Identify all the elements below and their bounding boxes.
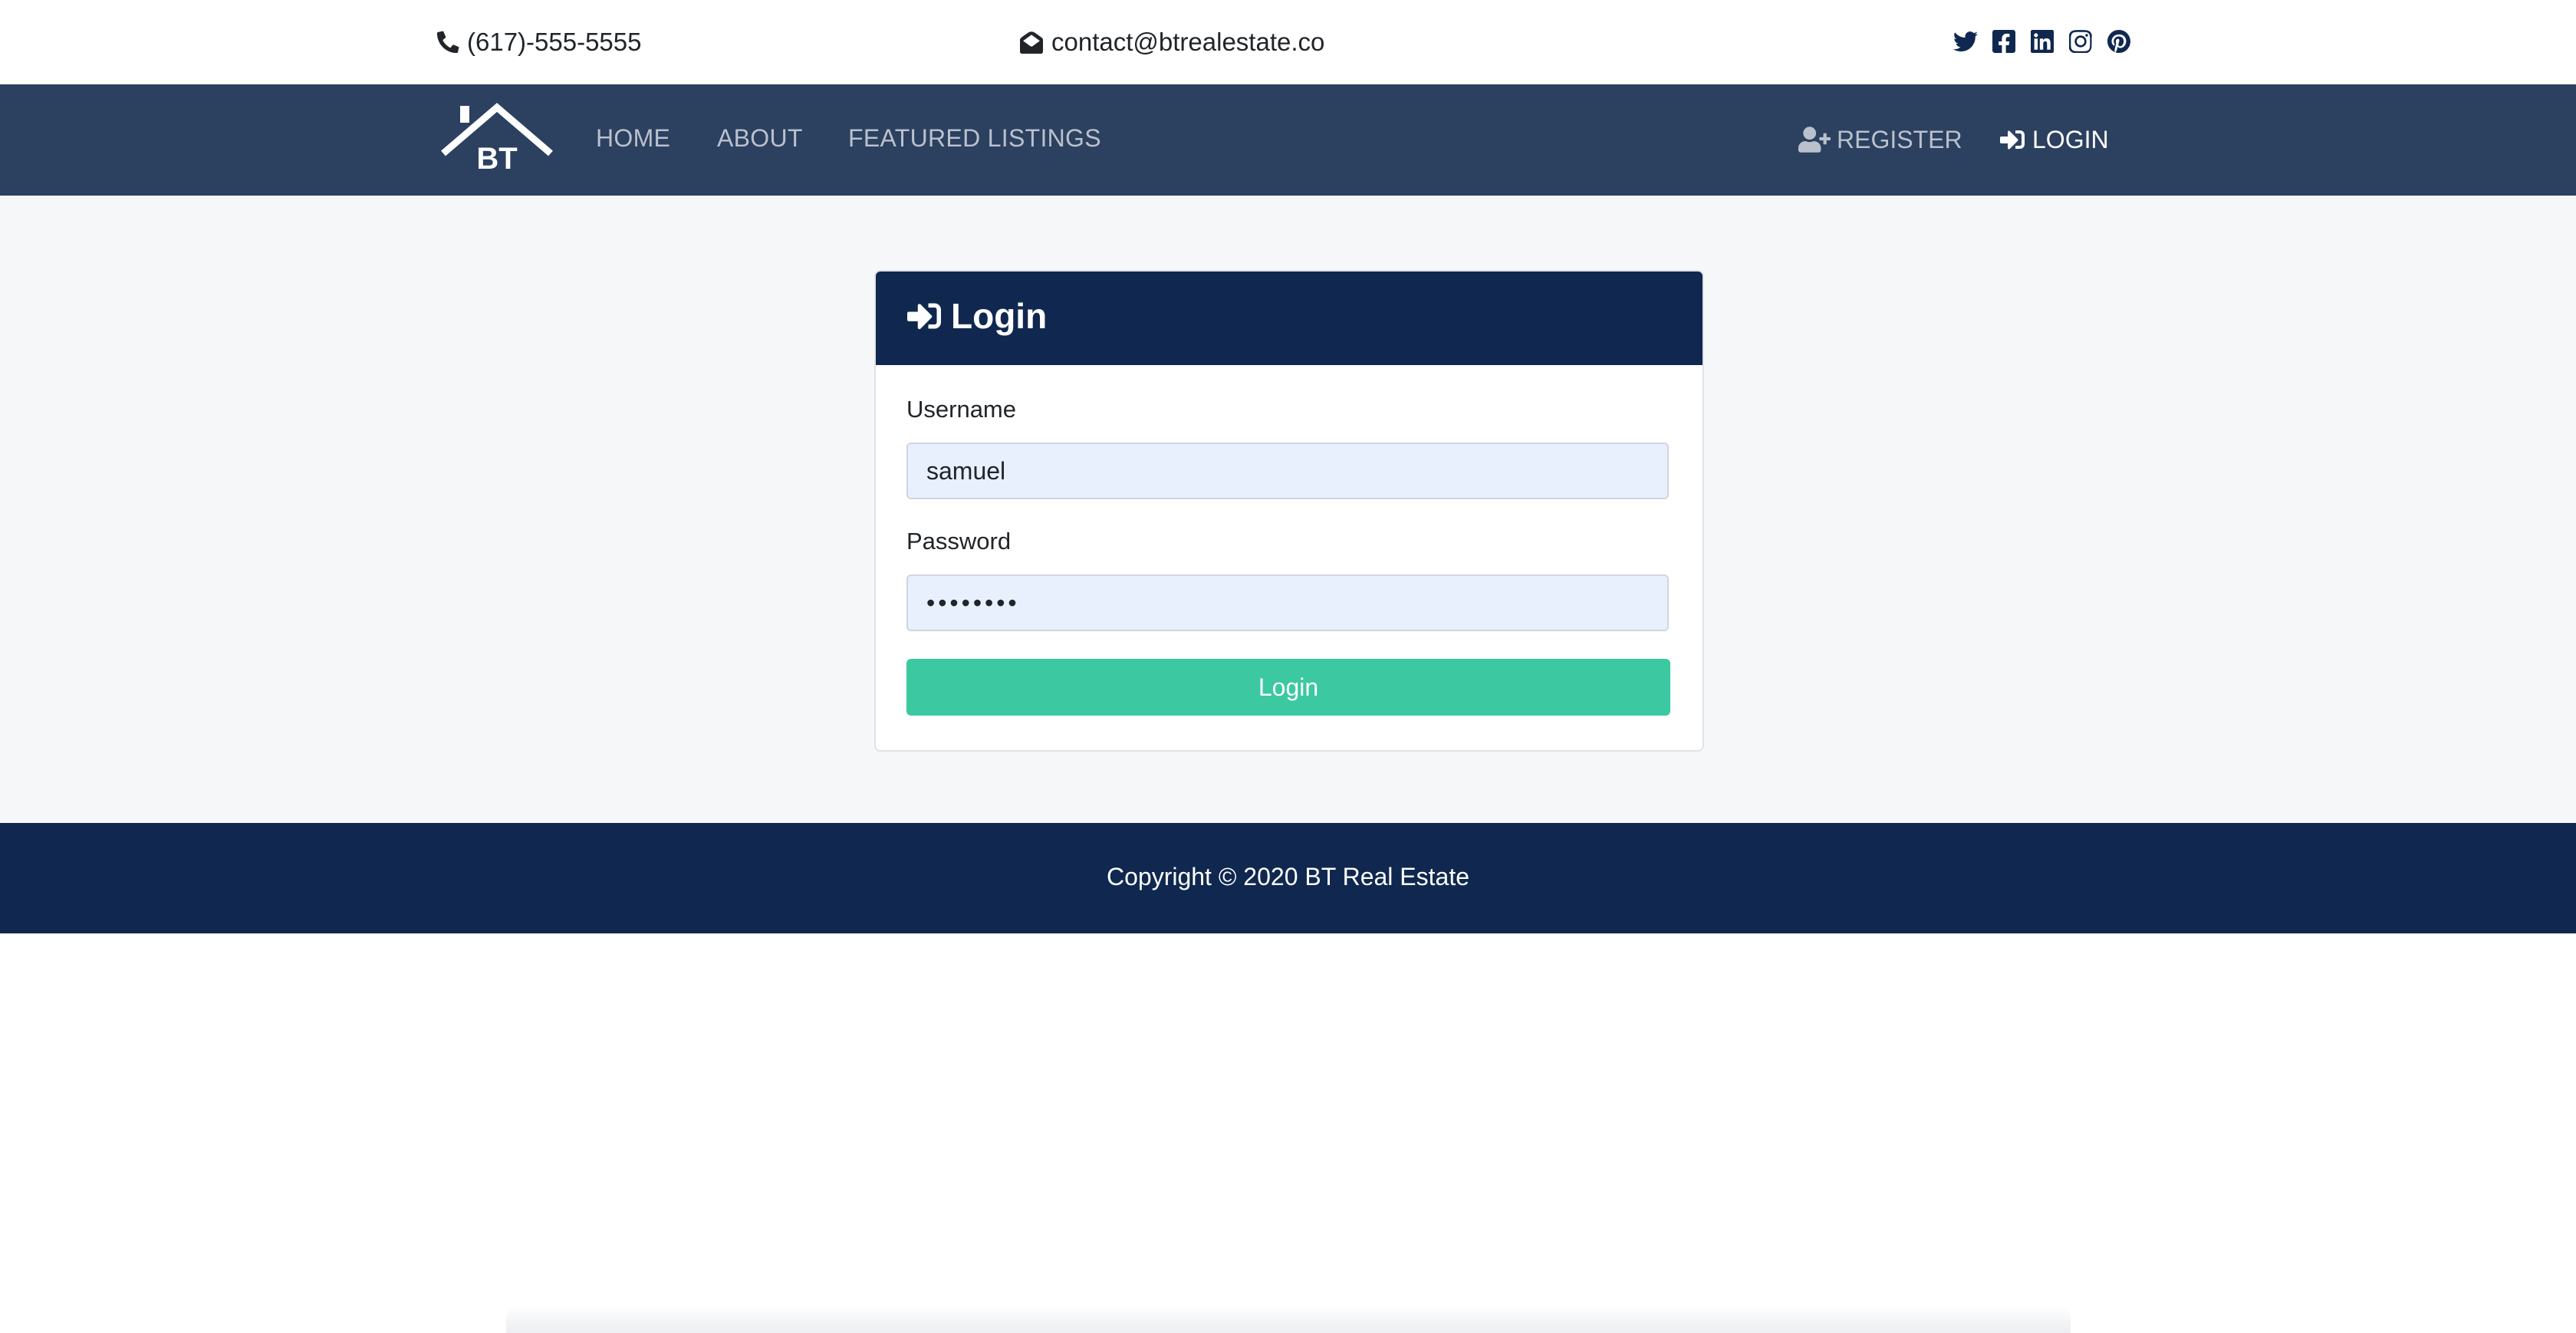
- phone-contact: (617)-555-5555: [436, 26, 642, 58]
- sign-in-icon: [2000, 130, 2025, 150]
- login-title-text: Login: [951, 296, 1048, 336]
- password-label: Password: [906, 528, 1012, 555]
- sign-in-icon: [907, 303, 941, 330]
- main-navbar: BT HOME ABOUT FEATURED LISTINGS REGISTER…: [0, 84, 2576, 196]
- footer: Copyright © 2020 BT Real Estate: [0, 823, 2576, 933]
- social-links: [1952, 28, 2133, 55]
- phone-number: (617)-555-5555: [467, 28, 642, 56]
- bottom-overlay: [506, 1304, 2071, 1333]
- bt-logo[interactable]: BT: [440, 103, 554, 173]
- email-contact: contact@btrealestate.co: [1019, 26, 1324, 58]
- register-label: REGISTER: [1837, 125, 1962, 153]
- login-card-title: Login: [906, 291, 1047, 341]
- email-address[interactable]: contact@btrealestate.co: [1051, 28, 1324, 57]
- main-content: Login Username Password Login: [0, 196, 2576, 823]
- username-input[interactable]: [906, 443, 1669, 499]
- pinterest-icon[interactable]: [2105, 28, 2133, 55]
- nav-login[interactable]: LOGIN: [1999, 124, 2109, 155]
- envelope-open-icon: [1020, 31, 1043, 54]
- login-label: LOGIN: [2032, 125, 2109, 153]
- top-contact-bar: (617)-555-5555 contact@btrealestate.co: [0, 0, 2576, 84]
- copyright-text: Copyright © 2020 BT Real Estate: [1106, 863, 1469, 890]
- nav-home[interactable]: HOME: [596, 124, 670, 153]
- nav-register[interactable]: REGISTER: [1798, 124, 1962, 155]
- linkedin-icon[interactable]: [2028, 28, 2056, 55]
- login-card-header: Login: [876, 272, 1703, 365]
- nav-featured-listings[interactable]: FEATURED LISTINGS: [848, 124, 1101, 153]
- nav-about[interactable]: ABOUT: [717, 124, 803, 153]
- phone-icon: [436, 31, 459, 54]
- twitter-icon[interactable]: [1952, 28, 1979, 55]
- facebook-icon[interactable]: [1990, 28, 2018, 55]
- instagram-icon[interactable]: [2067, 28, 2094, 55]
- username-label: Username: [906, 396, 1016, 423]
- login-card: Login Username Password Login: [874, 270, 1704, 752]
- user-plus-icon: [1798, 127, 1831, 153]
- logo-text: BT: [476, 142, 517, 173]
- login-submit-button[interactable]: Login: [906, 659, 1670, 716]
- password-input[interactable]: [906, 574, 1669, 631]
